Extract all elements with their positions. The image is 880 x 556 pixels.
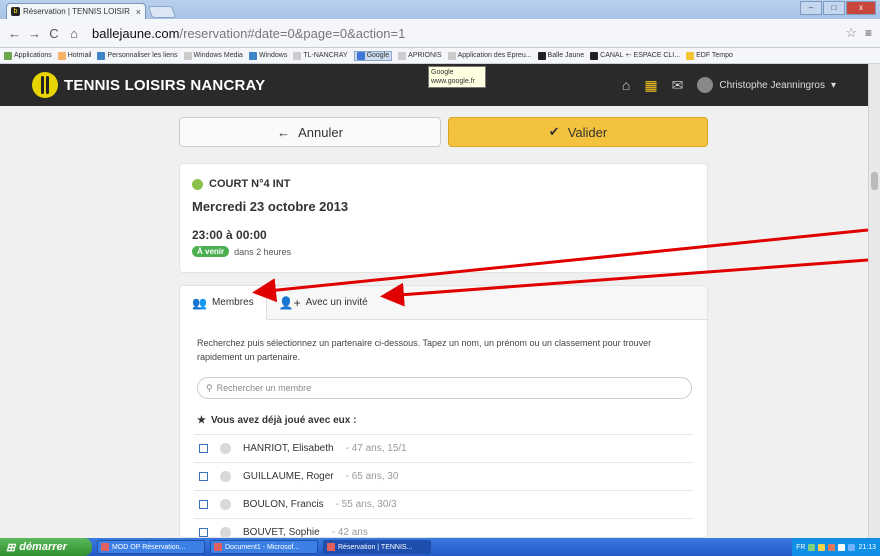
bookmark-tooltip: Google www.google.fr (428, 66, 486, 88)
tooltip-title: Google (431, 69, 454, 76)
tooltip-url: www.google.fr (431, 78, 475, 85)
arrow-to-guest-tab (380, 258, 869, 307)
